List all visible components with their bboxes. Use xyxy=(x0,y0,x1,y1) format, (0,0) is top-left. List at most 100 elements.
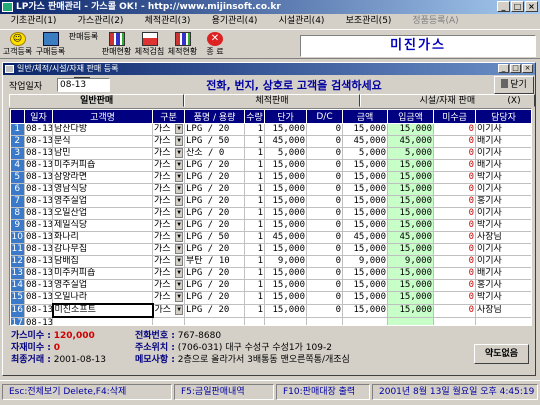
cell-kind[interactable]: 가스 ▼ xyxy=(152,123,185,136)
cell-qty[interactable]: 1 xyxy=(244,147,265,160)
cell-amount[interactable]: 15,000 xyxy=(342,183,388,196)
cell-kind[interactable]: 가스 ▼ xyxy=(152,171,185,184)
cell-qty[interactable]: 1 xyxy=(244,279,265,292)
cell-due[interactable]: 0 xyxy=(433,135,476,148)
cell-dc[interactable]: 0 xyxy=(306,267,343,280)
inner-close-button[interactable]: × xyxy=(522,64,533,73)
cell-date[interactable]: 08-13 xyxy=(24,195,53,208)
cell-date[interactable]: 08-13 xyxy=(24,255,53,268)
cell-qty[interactable]: 1 xyxy=(244,304,265,318)
cell-amount[interactable]: 15,000 xyxy=(342,171,388,184)
dropdown-arrow-icon[interactable]: ▼ xyxy=(175,184,183,194)
dropdown-arrow-icon[interactable]: ▼ xyxy=(175,305,183,315)
header-date[interactable]: 일자 xyxy=(24,109,53,124)
cell-paid[interactable]: 15,000 xyxy=(387,195,434,208)
cell-qty[interactable]: 1 xyxy=(244,291,265,305)
meter-check-button[interactable]: 체적검침 xyxy=(134,32,165,58)
cell-qty[interactable]: 1 xyxy=(244,207,265,220)
cell-dc[interactable]: 0 xyxy=(306,207,343,220)
dropdown-arrow-icon[interactable]: ▼ xyxy=(175,160,183,170)
header-kind[interactable]: 구분 xyxy=(152,109,185,124)
cell-item[interactable]: LPG / 20 xyxy=(184,195,245,208)
dropdown-arrow-icon[interactable]: ▼ xyxy=(175,268,183,278)
cell-due[interactable]: 0 xyxy=(433,231,476,244)
cell-kind[interactable]: 가스 ▼ xyxy=(152,255,185,268)
cell-staff[interactable]: 배기사 xyxy=(475,267,531,280)
cell-paid[interactable]: 15,000 xyxy=(387,219,434,232)
cell-price[interactable]: 15,000 xyxy=(264,267,307,280)
cell-customer[interactable]: 미주커피숍 xyxy=(52,267,153,280)
cell-qty[interactable]: 1 xyxy=(244,171,265,184)
cell-amount[interactable]: 15,000 xyxy=(342,279,388,292)
dropdown-arrow-icon[interactable]: ▼ xyxy=(175,124,183,134)
cell-kind[interactable]: 가스 ▼ xyxy=(152,219,185,232)
cell-amount[interactable]: 15,000 xyxy=(342,159,388,172)
sales-register-button[interactable]: 판매등록 xyxy=(68,32,99,91)
dropdown-arrow-icon[interactable]: ▼ xyxy=(175,172,183,182)
cell-kind[interactable]: 가스 ▼ xyxy=(152,304,185,318)
cell-customer[interactable] xyxy=(52,317,153,325)
table-row[interactable]: 4 08-13 미주커피숍 가스 ▼ LPG / 20 1 15,000 0 15,000 15,0… xyxy=(10,159,531,172)
cell-paid[interactable]: 15,000 xyxy=(387,279,434,292)
cell-qty[interactable]: 1 xyxy=(244,195,265,208)
cell-price[interactable]: 15,000 xyxy=(264,123,307,136)
cell-staff[interactable]: 사장님 xyxy=(475,231,531,244)
cell-price[interactable]: 15,000 xyxy=(264,207,307,220)
cell-item[interactable]: 산소 / 0 xyxy=(184,147,245,160)
cell-kind[interactable]: 가스 ▼ xyxy=(152,279,185,292)
menu-aux[interactable]: 보조관리(5) xyxy=(335,14,402,29)
minimize-button[interactable]: _ xyxy=(497,1,510,12)
cell-kind[interactable]: 가스 ▼ xyxy=(152,243,185,256)
cell-staff[interactable]: 박기사 xyxy=(475,171,531,184)
table-row[interactable]: 13 08-13 미주커피숍 가스 ▼ LPG / 20 1 15,000 0 15,000 15,… xyxy=(10,267,531,280)
cell-due[interactable]: 0 xyxy=(433,195,476,208)
cell-dc[interactable]: 0 xyxy=(306,279,343,292)
cell-staff[interactable]: 이기사 xyxy=(475,255,531,268)
cell-date[interactable]: 08-13 xyxy=(24,243,53,256)
cell-staff[interactable]: 이기사 xyxy=(475,147,531,160)
cell-qty[interactable]: 1 xyxy=(244,123,265,136)
cell-customer[interactable]: 분식 xyxy=(52,135,153,148)
cell-staff[interactable]: 이기사 xyxy=(475,123,531,136)
table-row[interactable]: 7 08-13 영주실업 가스 ▼ LPG / 20 1 15,000 0 15,000 15,00… xyxy=(10,195,531,208)
cell-amount[interactable]: 15,000 xyxy=(342,304,388,318)
cell-amount[interactable]: 15,000 xyxy=(342,267,388,280)
header-dc[interactable]: D/C xyxy=(306,109,343,124)
cell-price[interactable]: 15,000 xyxy=(264,243,307,256)
cell-dc[interactable]: 0 xyxy=(306,171,343,184)
cell-amount[interactable]: 15,000 xyxy=(342,123,388,136)
dropdown-arrow-icon[interactable]: ▼ xyxy=(175,220,183,230)
dropdown-arrow-icon[interactable]: ▼ xyxy=(175,196,183,206)
cell-kind[interactable]: 가스 ▼ xyxy=(152,195,185,208)
cell-customer[interactable]: 제일식당 xyxy=(52,219,153,232)
header-staff[interactable]: 담당자 xyxy=(475,109,531,124)
cell-qty[interactable]: 1 xyxy=(244,231,265,244)
cell-price[interactable]: 15,000 xyxy=(264,159,307,172)
menu-register[interactable]: 정품등록(A) xyxy=(402,14,469,29)
cell-date[interactable]: 08-13 xyxy=(24,279,53,292)
cell-customer[interactable]: 오일나라 xyxy=(52,291,153,305)
search-hint[interactable]: 전화, 번지, 상호로 고객을 검색하세요 xyxy=(111,77,477,94)
cell-date[interactable]: 08-13 xyxy=(24,231,53,244)
cell-date[interactable]: 08-13 xyxy=(24,135,53,148)
tab-facility-sales[interactable]: 시설/자재 판매 xyxy=(359,94,535,107)
cell-kind[interactable]: 가스 ▼ xyxy=(152,291,185,305)
cell-customer[interactable]: 미진소프트 xyxy=(51,303,154,318)
cell-amount[interactable]: 45,000 xyxy=(342,231,388,244)
cell-price[interactable]: 15,000 xyxy=(264,304,307,318)
cell-customer[interactable]: 오일산업 xyxy=(52,207,153,220)
cell-qty[interactable]: 1 xyxy=(244,267,265,280)
cell-amount[interactable]: 15,000 xyxy=(342,195,388,208)
cell-price[interactable]: 5,000 xyxy=(264,147,307,160)
cell-dc[interactable]: 0 xyxy=(306,291,343,305)
cell-dc[interactable]: 0 xyxy=(306,255,343,268)
cell-kind[interactable]: 가스 ▼ xyxy=(152,207,185,220)
cell-qty[interactable]: 1 xyxy=(244,255,265,268)
cell-kind[interactable] xyxy=(152,317,185,325)
cell-kind[interactable]: 가스 ▼ xyxy=(152,183,185,196)
table-row[interactable]: 6 08-13 영남식당 가스 ▼ LPG / 20 1 15,000 0 15,000 15,00… xyxy=(10,183,531,196)
cell-paid[interactable]: 9,000 xyxy=(387,255,434,268)
cell-staff[interactable]: 홍기사 xyxy=(475,195,531,208)
cell-paid[interactable]: 15,000 xyxy=(387,207,434,220)
cell-customer[interactable]: 영주실업 xyxy=(52,279,153,292)
